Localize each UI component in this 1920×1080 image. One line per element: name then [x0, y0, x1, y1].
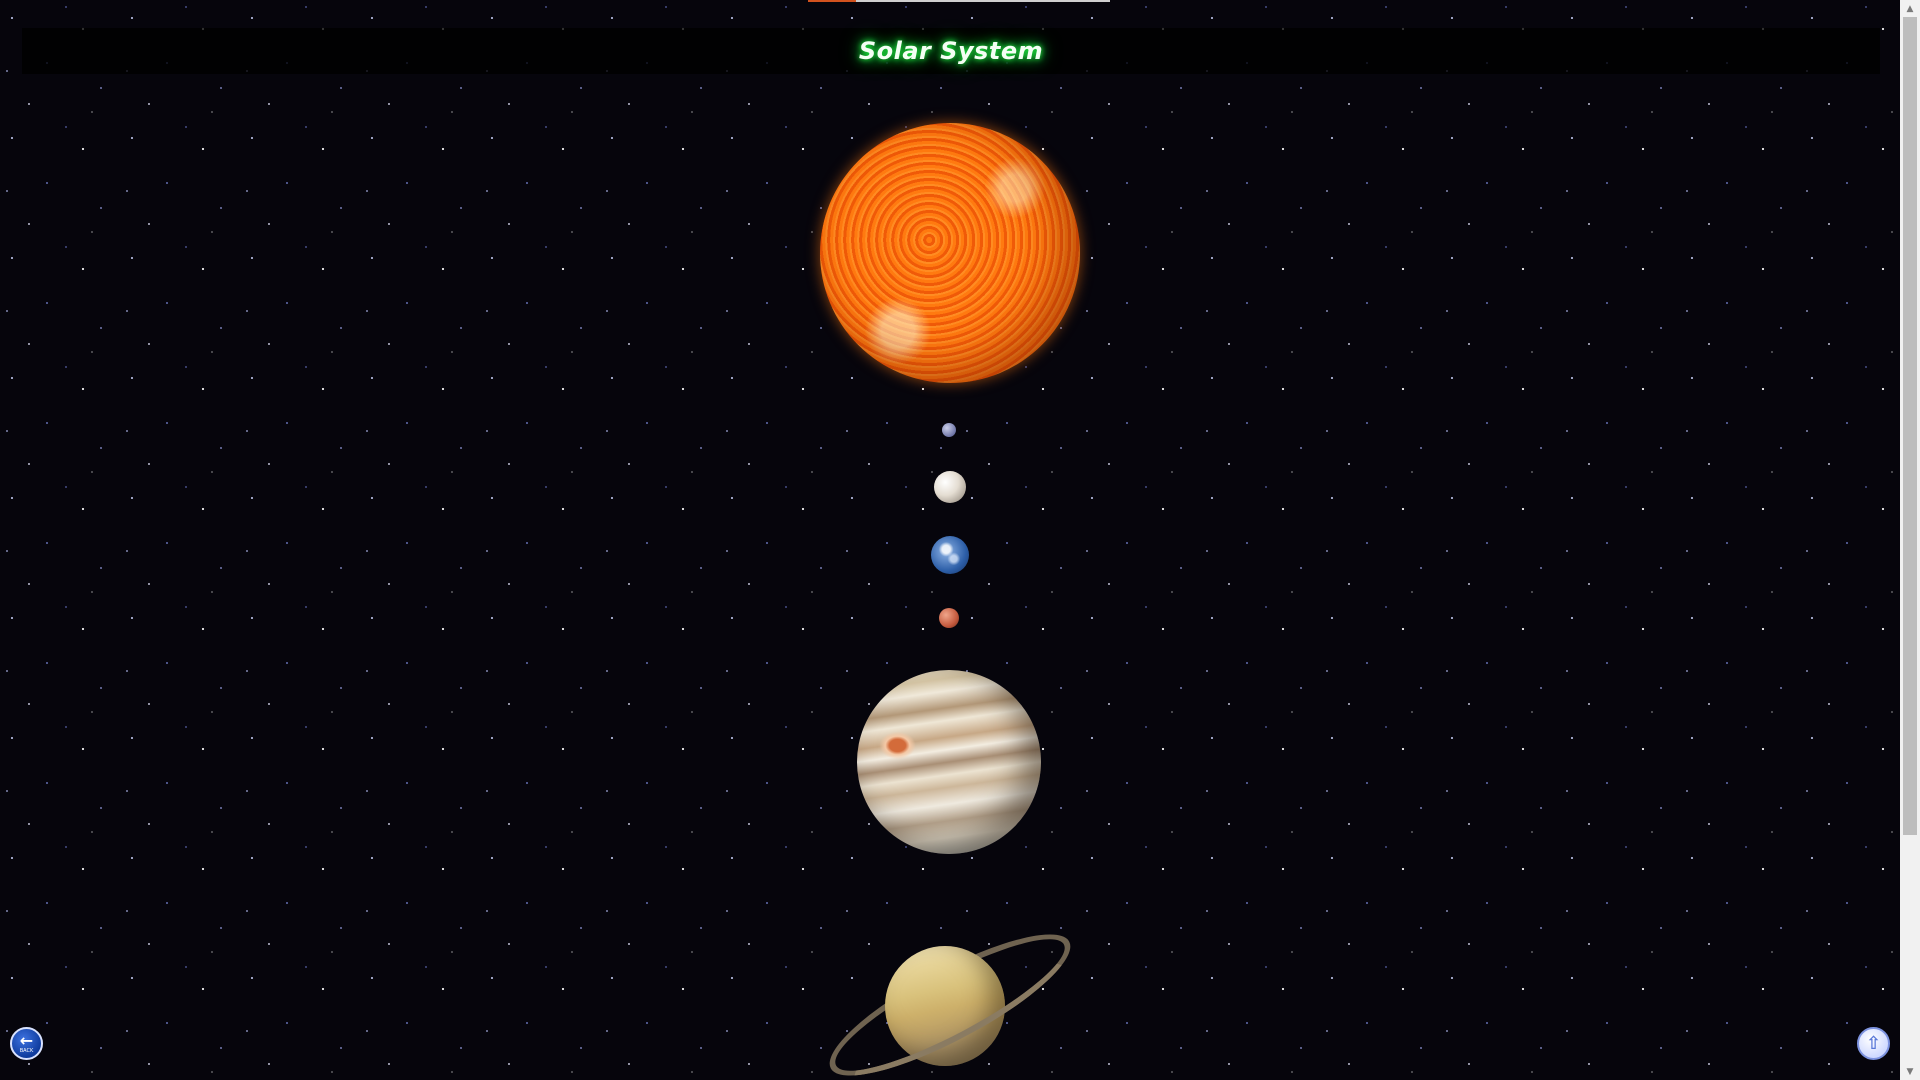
saturn-image[interactable]	[814, 910, 1086, 1080]
up-arrow-icon: ⇧	[1865, 1032, 1882, 1054]
planet-column	[0, 0, 1900, 1080]
scroll-down-arrow-icon[interactable]: ▼	[1900, 1063, 1920, 1080]
left-arrow-icon: ←	[19, 1030, 34, 1050]
sun-image[interactable]	[820, 123, 1080, 383]
mercury-image[interactable]	[942, 423, 956, 437]
vertical-scrollbar[interactable]: ▲ ▼	[1900, 0, 1920, 1080]
scrollbar-thumb[interactable]	[1903, 17, 1917, 835]
back-button[interactable]: ← BACK	[10, 1027, 43, 1060]
venus-image[interactable]	[934, 471, 966, 503]
scroll-up-arrow-icon[interactable]: ▲	[1900, 0, 1920, 17]
page-viewport: Solar System ← BACK ⇧	[0, 0, 1900, 1080]
back-label: BACK	[19, 1047, 34, 1054]
mars-image[interactable]	[939, 608, 959, 628]
earth-image[interactable]	[931, 536, 969, 574]
jupiter-image[interactable]	[857, 670, 1041, 854]
scroll-to-top-button[interactable]: ⇧	[1857, 1027, 1890, 1060]
